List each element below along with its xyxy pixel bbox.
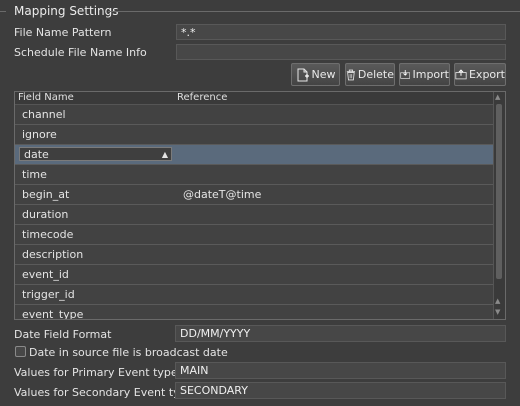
table-row[interactable]: time	[15, 165, 495, 185]
primary-event-types-input[interactable]: MAIN	[175, 362, 506, 379]
primary-event-types-label: Values for Primary Event types	[14, 366, 184, 379]
field-name-dropdown[interactable]: date ▲︎	[19, 147, 172, 161]
new-button[interactable]: New	[291, 63, 340, 86]
table-row[interactable]: ignore	[15, 125, 495, 145]
field-name-cell: trigger_id	[22, 288, 75, 301]
field-name-cell: timecode	[22, 228, 74, 241]
table-row[interactable]: event_id	[15, 265, 495, 285]
field-name-cell: begin_at	[22, 188, 70, 201]
delete-button[interactable]: Delete	[345, 63, 395, 86]
export-button[interactable]: Export	[454, 63, 506, 86]
schedule-file-name-info-label: Schedule File Name Info	[14, 46, 147, 59]
field-name-cell: time	[22, 168, 47, 181]
table-row[interactable]: description	[15, 245, 495, 265]
secondary-event-types-input[interactable]: SECONDARY	[175, 382, 506, 399]
table-row[interactable]: duration	[15, 205, 495, 225]
column-header-reference[interactable]: Reference	[177, 92, 227, 104]
field-name-cell: event_id	[22, 268, 69, 281]
broadcast-date-checkbox-label[interactable]: Date in source file is broadcast date	[29, 346, 228, 359]
trash-icon	[346, 69, 356, 80]
field-name-cell: event_type	[22, 308, 84, 320]
table-row[interactable]: event_type	[15, 305, 495, 320]
table-row[interactable]: channel	[15, 105, 495, 125]
group-border	[108, 11, 520, 12]
scroll-down-icon[interactable]: ▼︎	[495, 308, 500, 316]
scroll-up-icon[interactable]: ▲︎	[495, 93, 500, 101]
mapping-table[interactable]: Field Name Reference channel ignore date…	[14, 91, 506, 320]
file-name-pattern-label: File Name Pattern	[14, 26, 112, 39]
new-button-label: New	[311, 68, 336, 81]
table-row[interactable]: trigger_id	[15, 285, 495, 305]
secondary-event-types-label: Values for Secondary Event types	[14, 386, 200, 399]
dropdown-arrows-icon: ▲︎	[161, 150, 168, 159]
field-name-cell: duration	[22, 208, 69, 221]
broadcast-date-checkbox[interactable]	[15, 346, 26, 357]
table-body: channel ignore date ▲︎ time begin_at @da…	[15, 105, 495, 320]
new-file-icon	[297, 68, 309, 81]
export-icon	[455, 69, 467, 80]
import-icon	[400, 69, 411, 79]
import-button[interactable]: Import	[399, 63, 450, 86]
field-name-cell: channel	[22, 108, 66, 121]
scroll-up-icon[interactable]: ▲︎	[495, 297, 500, 305]
table-header: Field Name Reference	[15, 92, 495, 105]
field-name-dropdown-value: date	[24, 148, 49, 161]
reference-cell: @dateT@time	[183, 188, 262, 201]
date-field-format-input[interactable]: DD/MM/YYYY	[175, 325, 506, 342]
field-name-cell: description	[22, 248, 84, 261]
table-row[interactable]: timecode	[15, 225, 495, 245]
table-row[interactable]: begin_at @dateT@time	[15, 185, 495, 205]
field-name-cell: ignore	[22, 128, 57, 141]
column-header-field-name[interactable]: Field Name	[18, 92, 74, 104]
import-button-label: Import	[412, 68, 449, 81]
group-title: Mapping Settings	[14, 4, 119, 18]
table-row-selected[interactable]: date ▲︎	[15, 145, 495, 165]
export-button-label: Export	[468, 68, 505, 81]
file-name-pattern-input[interactable]: *.*	[176, 24, 506, 40]
group-border	[0, 11, 6, 12]
vertical-scrollbar[interactable]: ▲︎ ▲︎ ▼︎	[493, 92, 505, 319]
date-field-format-label: Date Field Format	[14, 328, 112, 341]
delete-button-label: Delete	[357, 68, 394, 81]
schedule-file-name-info-input[interactable]	[176, 44, 506, 60]
scrollbar-thumb[interactable]	[496, 104, 502, 279]
